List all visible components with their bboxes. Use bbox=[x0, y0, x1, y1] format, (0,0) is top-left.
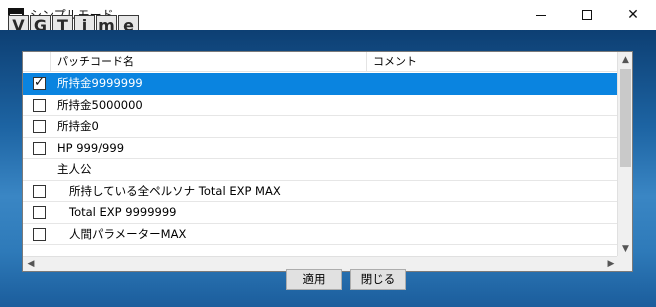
close-button[interactable]: 閉じる bbox=[350, 269, 406, 290]
header-comment[interactable]: コメント bbox=[367, 52, 619, 72]
client-area: パッチコード名 コメント 所持金9999999 所持金5000000 所持金0 HP … bbox=[0, 30, 656, 307]
maximize-icon bbox=[582, 10, 592, 20]
list-item-label: 所持金0 bbox=[57, 119, 99, 133]
list-item-label: 所持している全ペルソナ Total EXP MAX bbox=[69, 183, 281, 198]
patch-checkbox[interactable] bbox=[33, 206, 46, 219]
scroll-up-icon[interactable]: ▲ bbox=[618, 52, 632, 68]
list-item-label: 所持金5000000 bbox=[57, 97, 143, 112]
list-rows: 所持金9999999 所持金5000000 所持金0 HP 999/999 主人公所持し… bbox=[23, 73, 619, 245]
list-item[interactable]: 所持金9999999 bbox=[23, 73, 619, 95]
patch-checkbox[interactable] bbox=[33, 184, 46, 198]
patch-checkbox[interactable] bbox=[33, 98, 46, 112]
list-item[interactable]: Total EXP 9999999 bbox=[23, 202, 619, 224]
scroll-left-icon[interactable]: ◀ bbox=[23, 257, 39, 271]
list-item[interactable]: 所持している全ペルソナ Total EXP MAX bbox=[23, 181, 619, 202]
list-item[interactable]: 所持金0 bbox=[23, 116, 619, 138]
list-item[interactable]: 人間パラメーターMAX bbox=[23, 224, 619, 245]
list-item[interactable]: HP 999/999 bbox=[23, 138, 619, 159]
list-header: パッチコード名 コメント bbox=[23, 52, 619, 72]
scroll-down-icon[interactable]: ▼ bbox=[618, 241, 632, 257]
list-item[interactable]: 所持金5000000 bbox=[23, 95, 619, 116]
patch-checkbox[interactable] bbox=[33, 120, 46, 133]
list-item[interactable]: 主人公 bbox=[23, 159, 619, 181]
list-item-label: 主人公 bbox=[57, 162, 92, 176]
scroll-corner bbox=[617, 256, 632, 271]
header-patch-code-name[interactable]: パッチコード名 bbox=[51, 52, 367, 72]
list-item-label: HP 999/999 bbox=[57, 140, 125, 155]
patch-checkbox[interactable] bbox=[33, 227, 46, 241]
minimize-icon bbox=[536, 14, 546, 16]
header-check-column[interactable] bbox=[23, 52, 51, 72]
title-bar: シンプルモード V G T i m e ✕ bbox=[0, 0, 656, 37]
apply-button[interactable]: 適用 bbox=[286, 269, 342, 290]
maximize-button[interactable] bbox=[564, 0, 610, 30]
close-icon: ✕ bbox=[627, 7, 639, 23]
list-item-label: 人間パラメーターMAX bbox=[69, 226, 187, 241]
list-item-label: Total EXP 9999999 bbox=[69, 205, 177, 219]
patch-code-list[interactable]: パッチコード名 コメント 所持金9999999 所持金5000000 所持金0 HP … bbox=[22, 51, 633, 272]
patch-checkbox[interactable] bbox=[33, 141, 46, 155]
scroll-thumb[interactable] bbox=[620, 69, 631, 167]
minimize-button[interactable] bbox=[518, 0, 564, 30]
patch-checkbox[interactable] bbox=[33, 75, 46, 90]
close-window-button[interactable]: ✕ bbox=[610, 0, 656, 30]
list-item-label: 所持金9999999 bbox=[57, 76, 143, 90]
vertical-scrollbar[interactable]: ▲ ▼ bbox=[617, 52, 632, 257]
